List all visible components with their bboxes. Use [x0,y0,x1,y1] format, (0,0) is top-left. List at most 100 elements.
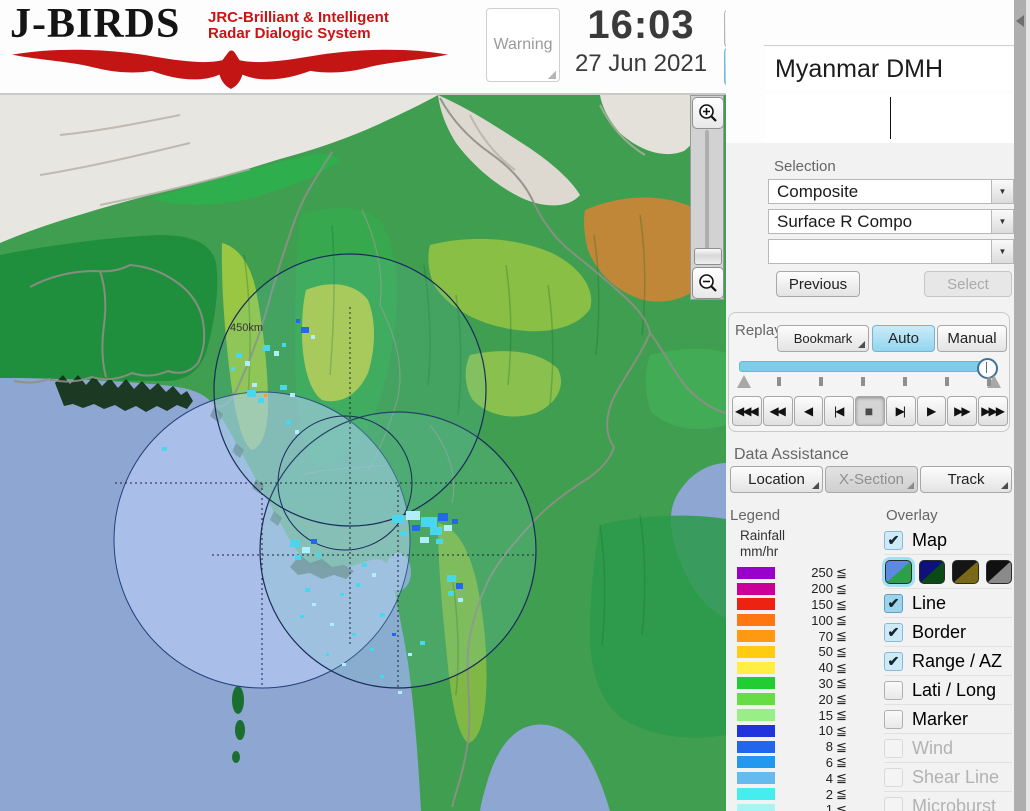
overlay-item-marker[interactable]: Marker [884,704,1012,733]
collapse-arrow-icon [1016,15,1024,27]
bookmark-button[interactable]: Bookmark [777,325,869,352]
legend-row: 10 ≦ [734,723,882,739]
map-style-blue-green[interactable] [885,559,912,584]
control-panel: ? Myanmar DMH Selection Composite ▼ Surf… [726,0,1014,811]
auto-mode-button[interactable]: Auto [872,325,935,352]
stop-button[interactable]: ■ [855,396,885,426]
legend-color-swatch [737,582,775,595]
overlay-item-label: Map [912,529,948,550]
product-category-dropdown[interactable]: Composite ▼ [768,179,1014,204]
zoom-in-button[interactable] [692,97,724,129]
lte-symbol: ≦ [836,738,847,754]
lte-symbol: ≦ [836,707,847,723]
overlay-item-wind: Wind [884,733,1012,762]
map-style-swatches [884,554,1012,588]
product-option-dropdown[interactable]: ▼ [768,239,1014,264]
chevron-down-icon[interactable]: ▼ [991,240,1013,263]
rewind-fastest-button[interactable]: ◀◀◀ [732,396,762,426]
replay-slider-track[interactable] [739,358,998,379]
range-ring-label: 450km [230,322,263,334]
legend-value: 100 [811,612,833,628]
lte-symbol: ≦ [836,786,847,802]
legend-row: 70 ≦ [734,628,882,644]
manual-mode-button[interactable]: Manual [937,325,1007,352]
legend-value: 50 [818,644,833,660]
map-checkbox[interactable]: ✔ [884,530,903,550]
legend-row: 4 ≦ [734,770,882,786]
legend-value: 1 [825,802,833,811]
play-button[interactable]: ▶ [916,396,947,426]
border-checkbox[interactable]: ✔ [884,622,903,642]
legend-row: 20 ≦ [734,691,882,707]
logo-subtitle: JRC-Brilliant & Intelligent Radar Dialog… [208,9,389,42]
legend-row: 8 ≦ [734,739,882,755]
range-az-checkbox[interactable]: ✔ [884,651,903,671]
jbirds-logo: J-BIRDS JRC-Brilliant & Intelligent Rada… [10,3,470,92]
track-button[interactable]: Track [920,466,1012,493]
chevron-down-icon[interactable]: ▼ [991,210,1013,233]
lati-long-checkbox[interactable] [884,680,903,700]
product-type-dropdown[interactable]: Surface R Compo ▼ [768,209,1014,234]
location-button[interactable]: Location [730,466,823,493]
legend-value: 250 [811,565,833,581]
corner-arrow-icon [858,341,865,348]
overlay-item-range-az[interactable]: ✔ Range / AZ [884,646,1012,675]
legend-row: 250 ≦ [734,565,882,581]
zoom-out-button[interactable] [692,267,724,299]
site-title: Myanmar DMH [775,55,944,83]
rewind-fast-button[interactable]: ◀◀ [762,396,793,426]
overlay-item-border[interactable]: ✔ Border [884,617,1012,646]
legend-color-swatch [737,724,775,737]
right-margin [1026,0,1030,811]
zoom-slider-handle[interactable] [694,248,722,265]
radar-map[interactable]: 450km [0,95,726,811]
chevron-down-icon[interactable]: ▼ [991,180,1013,203]
lte-symbol: ≦ [836,564,847,580]
legend-color-swatch [737,788,775,801]
map-style-navy-darkgreen[interactable] [918,559,945,584]
slider-start-marker[interactable] [737,375,751,388]
forward-fast-button[interactable]: ▶▶ [947,396,978,426]
forward-fastest-button[interactable]: ▶▶▶ [978,396,1009,426]
previous-button[interactable]: Previous [776,271,860,297]
lte-symbol: ≦ [836,628,847,644]
legend-value: 2 [825,786,833,802]
lte-symbol: ≦ [836,801,847,811]
data-assistance-label: Data Assistance [734,446,849,463]
legend-color-swatch [737,661,775,674]
play-reverse-button[interactable]: ◀ [793,396,824,426]
overlay-item-label: Marker [912,708,969,729]
lte-symbol: ≦ [836,612,847,628]
legend-color-swatch [737,693,775,706]
legend-value: 70 [818,628,833,644]
lte-symbol: ≦ [836,675,847,691]
panel-collapse-strip[interactable] [1014,0,1026,811]
legend-row: 200 ≦ [734,581,882,597]
zoom-slider-track[interactable] [705,130,709,264]
legend-value: 8 [825,739,833,755]
replay-slider [737,358,1001,393]
overlay-item-line[interactable]: ✔ Line [884,588,1012,617]
marker-checkbox[interactable] [884,709,903,729]
line-checkbox[interactable]: ✔ [884,593,903,613]
legend-value: 40 [818,660,833,676]
time-display: 16:03 [587,3,695,47]
map-style-black-olive[interactable] [952,559,979,584]
lte-symbol: ≦ [836,770,847,786]
overlay-item-lati-long[interactable]: Lati / Long [884,675,1012,704]
text-input[interactable] [765,94,1012,142]
resize-grip-icon[interactable] [548,71,556,79]
map-style-black-gray[interactable] [985,559,1012,584]
overlay-item-label: Range / AZ [912,650,1003,671]
topographic-map: 450km [0,95,726,811]
warning-button[interactable]: Warning [486,8,560,82]
overlay-item-microburst: Microburst [884,791,1012,811]
legend-unit-line1: Rainfall [740,528,786,543]
step-forward-button[interactable]: ▶| [885,396,916,426]
overlay-item-label: Shear Line [912,766,1000,787]
rainfall-legend: Rainfall mm/hr 250 ≦ 200 ≦ 150 ≦ 100 ≦ 70 ≦ 50 ≦ 40 ≦… [734,528,882,811]
corner-arrow-icon [812,482,819,489]
legend-row: 2 ≦ [734,786,882,802]
step-back-button[interactable]: |◀ [824,396,855,426]
overlay-item-map[interactable]: ✔ Map [884,526,1012,554]
